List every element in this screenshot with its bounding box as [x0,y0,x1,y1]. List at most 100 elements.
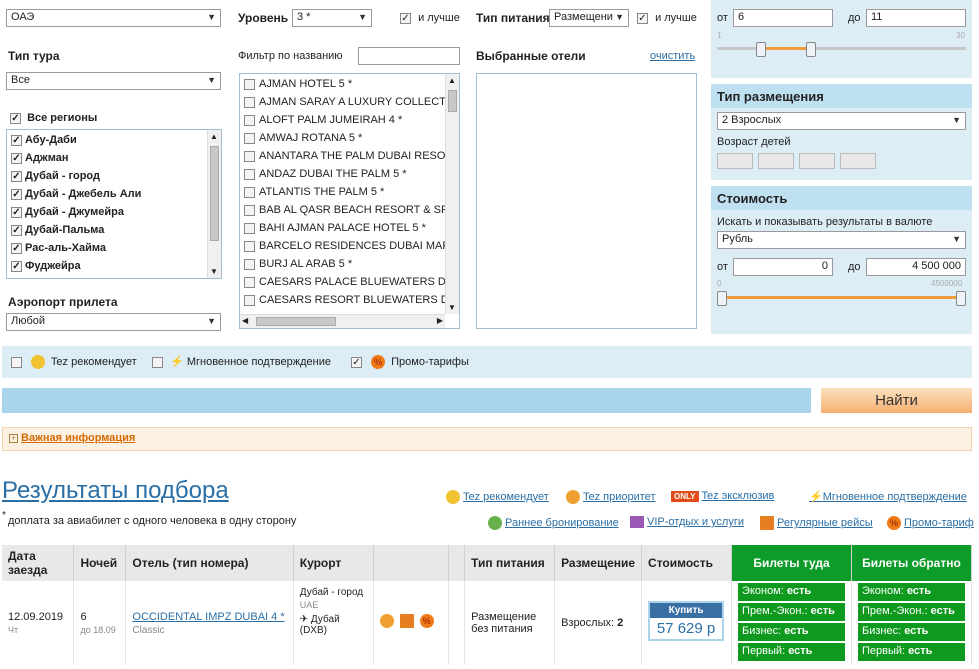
results-title[interactable]: Результаты подбора [2,477,229,505]
checkbox[interactable] [244,276,255,288]
checkbox-checked[interactable]: ✓ [10,112,21,124]
checkbox-checked[interactable]: ✓ [11,260,22,272]
checkbox[interactable] [152,356,163,368]
list-item[interactable]: ✓ Дубай - город [7,167,221,185]
scroll-thumb[interactable] [256,317,336,326]
nights-slider-handle-max[interactable] [806,42,816,57]
important-info-link[interactable]: Важная информация [21,432,135,444]
checkbox-checked[interactable]: ✓ [400,12,411,24]
important-info-bar[interactable]: + Важная информация [2,427,972,451]
legend-regular[interactable]: Регулярные рейсы [760,516,873,530]
scroll-left-icon[interactable]: ◀ [242,316,248,325]
scroll-thumb[interactable] [448,90,457,112]
checkbox[interactable] [244,96,255,108]
legend-promo[interactable]: % Промо-тариф [887,516,974,530]
list-item[interactable]: BARCELO RESIDENCES DUBAI MARINA [240,237,459,255]
checkbox-checked[interactable]: ✓ [11,224,22,236]
currency-select[interactable]: Рубль ▼ [717,231,966,249]
name-filter-input[interactable] [358,47,460,65]
checkbox[interactable] [244,240,255,252]
list-item[interactable]: ATLANTIS THE PALM 5 * [240,183,459,201]
list-item[interactable]: AJMAN SARAY A LUXURY COLLECTION [240,93,459,111]
scroll-thumb[interactable] [210,146,219,241]
scroll-up-icon[interactable]: ▲ [448,76,456,85]
checkbox-checked[interactable]: ✓ [11,242,22,254]
legend-priority[interactable]: Tez приоритет [566,490,655,504]
child-age-select-2[interactable] [758,153,794,169]
cost-slider-range[interactable] [723,296,961,299]
checkbox[interactable] [244,204,255,216]
price-box[interactable]: Купить 57 629 р [648,601,725,641]
list-item[interactable]: ✓ Аджман [7,149,221,167]
legend-recommend[interactable]: Tez рекомендует [446,490,549,504]
checkbox[interactable] [244,186,255,198]
regions-list[interactable]: ✓ Абу-Даби ✓ Аджман ✓ Дубай - город ✓ Дубай … [6,129,222,279]
checkbox-checked[interactable]: ✓ [11,188,22,200]
scroll-down-icon[interactable]: ▼ [448,303,456,312]
nights-slider-track[interactable] [717,47,966,50]
list-item[interactable]: CAESARS RESORT BLUEWATERS DUBA [240,291,459,309]
list-item[interactable]: ✓ Абу-Даби [7,131,221,149]
cost-to-input[interactable]: 4 500 000 [866,258,966,276]
list-item[interactable]: ALOFT PALM JUMEIRAH 4 * [240,111,459,129]
cost-slider-handle-min[interactable] [717,291,727,306]
nights-to-input[interactable]: 11 [866,9,966,27]
col-date[interactable]: Дата заезда [2,545,75,581]
list-item[interactable]: ANANTARA THE PALM DUBAI RESORT [240,147,459,165]
cost-from-input[interactable]: 0 [733,258,833,276]
level-select[interactable]: 3 * ▼ [292,9,372,27]
checkbox-checked[interactable]: ✓ [637,12,648,24]
checkbox[interactable] [244,114,255,126]
col-resort[interactable]: Курорт [293,545,374,581]
nights-slider-handle-min[interactable] [756,42,766,57]
nights-from-input[interactable]: 6 [733,9,833,27]
clear-link[interactable]: очистить [650,50,695,62]
all-regions-option[interactable]: ✓ Все регионы [10,112,97,124]
hotels-list[interactable]: AJMAN HOTEL 5 * AJMAN SARAY A LUXURY COL… [239,73,460,329]
list-item[interactable]: ✓ Дубай - Джебель Али [7,185,221,203]
col-cost[interactable]: Стоимость [641,545,733,581]
buy-button[interactable]: Купить [650,603,723,618]
legend-vip[interactable]: VIP-отдых и услуги [630,516,744,529]
meal-better-option[interactable]: ✓ и лучше [637,12,697,24]
legend-exclusive[interactable]: ONLY Tez эксклюзив [671,490,774,502]
hotels-scrollbar-h[interactable]: ◀ ▶ [240,314,445,328]
hotels-scrollbar-v[interactable]: ▲ ▼ [445,74,459,314]
cost-slider-handle-max[interactable] [956,291,966,306]
level-better-option[interactable]: ✓ и лучше [400,12,460,24]
list-item[interactable]: CAESARS PALACE BLUEWATERS DUBA [240,273,459,291]
tour-type-select[interactable]: Все ▼ [6,72,221,90]
list-item[interactable]: BAB AL QASR BEACH RESORT & SPA 5 [240,201,459,219]
list-item[interactable]: ✓ Дубай-Пальма [7,221,221,239]
meal-select[interactable]: Размещени ▼ [549,9,629,27]
legend-instant[interactable]: ⚡Мгновенное подтверждение [809,490,967,503]
promo-option[interactable]: ✓ % Промо-тарифы [351,355,469,369]
checkbox[interactable] [244,78,255,90]
hotel-link[interactable]: OCCIDENTAL IMPZ DUBAI 4 * [132,611,286,623]
checkbox[interactable] [244,168,255,180]
col-nights[interactable]: Ночей [73,545,127,581]
checkbox[interactable] [11,356,22,368]
regions-scrollbar[interactable]: ▲ ▼ [207,130,221,278]
checkbox[interactable] [244,222,255,234]
checkbox[interactable] [244,258,255,270]
search-button[interactable]: Найти [821,388,972,413]
expand-icon[interactable]: + [9,434,18,443]
child-age-select-4[interactable] [840,153,876,169]
list-item[interactable]: AJMAN HOTEL 5 * [240,75,459,93]
list-item[interactable]: ✓ Дубай - Джумейра [7,203,221,221]
list-item[interactable]: BAHI AJMAN PALACE HOTEL 5 * [240,219,459,237]
checkbox[interactable] [244,294,255,306]
recommend-option[interactable]: Tez рекомендует [11,355,137,369]
airport-select[interactable]: Любой ▼ [6,313,221,331]
list-item[interactable]: ✓ Рас-аль-Хайма [7,239,221,257]
checkbox[interactable] [244,132,255,144]
accommodation-select[interactable]: 2 Взрослых ▼ [717,112,966,130]
checkbox[interactable] [244,150,255,162]
instant-option[interactable]: ⚡ Мгновенное подтверждение [152,355,331,368]
checkbox-checked[interactable]: ✓ [11,134,22,146]
list-item[interactable]: AMWAJ ROTANA 5 * [240,129,459,147]
checkbox-checked[interactable]: ✓ [11,206,22,218]
list-item[interactable]: ✓ Фуджейра [7,257,221,275]
checkbox-checked[interactable]: ✓ [11,152,22,164]
